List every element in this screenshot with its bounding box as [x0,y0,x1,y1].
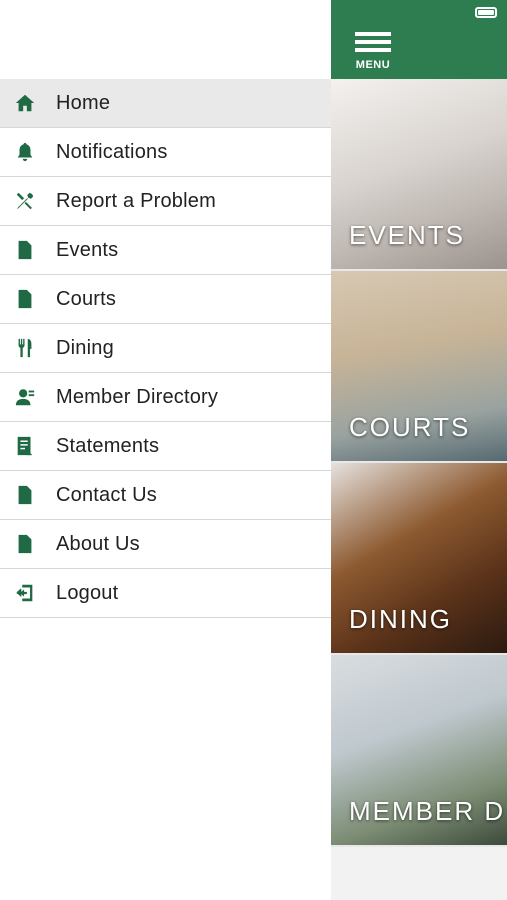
drawer-item-dining[interactable]: Dining [0,324,331,373]
drawer-item-label: Home [56,91,111,114]
drawer-item-notifications[interactable]: Notifications [0,128,331,177]
document-icon [12,286,38,312]
drawer-item-home[interactable]: Home [0,79,331,128]
drawer-menu-list: Home Notifications Report a Problem Even… [0,79,331,618]
drawer-item-logout[interactable]: Logout [0,569,331,618]
main-content: MENU EVENTS COURTS DINING MEMBER D [331,0,507,900]
drawer-item-events[interactable]: Events [0,226,331,275]
menu-button-label: MENU [355,59,391,71]
document-icon [12,531,38,557]
drawer-item-label: Courts [56,287,117,310]
member-icon [12,384,38,410]
tile-dining[interactable]: DINING [331,463,507,653]
tools-icon [12,188,38,214]
drawer-item-label: Contact Us [56,483,157,506]
statement-icon [12,433,38,459]
tile-next[interactable] [331,847,507,900]
tile-label: DINING [349,604,452,634]
drawer-item-label: Dining [56,336,114,359]
tile-label: MEMBER D [349,796,506,826]
drawer-item-report-a-problem[interactable]: Report a Problem [0,177,331,226]
drawer-item-label: Logout [56,581,119,604]
battery-icon [475,7,497,18]
drawer-item-about-us[interactable]: About Us [0,520,331,569]
drawer-item-contact-us[interactable]: Contact Us [0,471,331,520]
tile-member-directory[interactable]: MEMBER D [331,655,507,845]
drawer-item-label: Events [56,238,119,261]
logout-icon [12,580,38,606]
utensils-icon [12,335,38,361]
tile-label: EVENTS [349,220,466,250]
drawer-item-label: Member Directory [56,385,219,408]
drawer-item-statements[interactable]: Statements [0,422,331,471]
drawer-item-label: Report a Problem [56,189,216,212]
drawer-item-label: About Us [56,532,140,555]
tile-events[interactable]: EVENTS [331,79,507,269]
tile-courts[interactable]: COURTS [331,271,507,461]
tile-label: COURTS [349,412,471,442]
document-icon [12,482,38,508]
drawer-item-label: Statements [56,434,160,457]
drawer-item-member-directory[interactable]: Member Directory [0,373,331,422]
menu-button[interactable]: MENU [353,32,393,72]
top-bar: MENU [331,0,507,79]
home-icon [12,90,38,116]
hamburger-icon [355,32,391,36]
bell-icon [12,139,38,165]
drawer-item-courts[interactable]: Courts [0,275,331,324]
drawer-item-label: Notifications [56,140,168,163]
navigation-drawer: Home Notifications Report a Problem Even… [0,0,331,900]
document-icon [12,237,38,263]
